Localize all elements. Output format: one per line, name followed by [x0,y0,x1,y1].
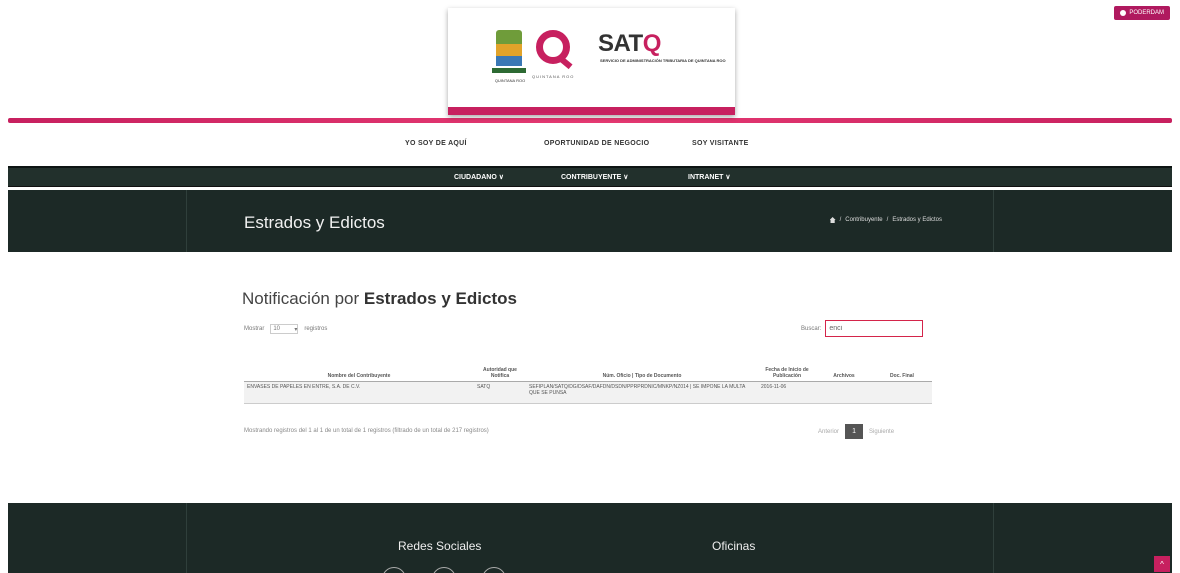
twitter-icon[interactable] [432,567,456,573]
breadcrumb-current: Estrados y Edictos [892,217,942,223]
pager-page-1[interactable]: 1 [845,424,864,439]
chevron-up-icon: ^ [1160,559,1164,569]
divider [186,503,187,573]
quintana-roo-logo-icon [536,30,570,64]
top-right-button[interactable]: PODERDAM [1114,6,1170,20]
page-length-value: 10 [273,326,281,332]
page: PODERDAM QUINTANA ROO QUINTANA ROO SATQ … [0,0,1180,573]
results-table: Nombre del Contribuyente Autoridad que N… [244,347,932,404]
header-accent-line [8,118,1172,123]
column-header-autoridad[interactable]: Autoridad que Notifica [474,347,526,382]
cell-autoridad: SATQ [474,381,526,404]
emblem-caption: QUINTANA ROO [494,78,526,83]
search-input[interactable] [825,320,924,337]
sat-text: SAT [598,30,643,57]
satq-subtitle: SERVICIO DE ADMINISTRACIÓN TRIBUTARIA DE… [600,58,726,63]
pager-previous[interactable]: Anterior [818,429,839,435]
user-icon [1120,10,1127,16]
table-info: Mostrando registros del 1 al 1 de un tot… [244,428,489,434]
heading-prefix: Notificación por [242,289,364,308]
home-icon[interactable] [829,217,836,223]
top-links: YO SOY DE AQUÍ OPORTUNIDAD DE NEGOCIO SO… [0,140,1180,152]
footer: Redes Sociales Oficinas ^ [8,503,1172,573]
pager-next[interactable]: Siguiente [869,429,894,435]
cell-doc-final[interactable] [872,381,932,404]
top-link-soy-visitante[interactable]: SOY VISITANTE [692,140,749,147]
cell-fecha: 2016-11-06 [758,381,816,404]
show-suffix: registros [304,326,328,332]
cell-nombre: ENVASES DE PAPELES EN ENTRE, S.A. DE C.V… [244,381,474,404]
column-header-nombre[interactable]: Nombre del Contribuyente [244,347,474,382]
facebook-icon[interactable] [382,567,406,573]
breadcrumb-separator: / [839,217,842,223]
page-title-bar: Estrados y Edictos / Contribuyente / Est… [8,190,1172,252]
page-title: Estrados y Edictos [244,213,385,232]
cell-oficio: SEFIPLAN/SATQ/DG/DSAF/DAFDN/DSDN/PPRPRDN… [526,381,758,404]
pagination: Anterior 1 Siguiente [818,424,894,439]
nav-item-contribuyente[interactable]: CONTRIBUYENTE ∨ [561,173,628,181]
table-header-row: Nombre del Contribuyente Autoridad que N… [244,347,932,382]
search-control: Buscar: [801,320,924,337]
breadcrumb-contribuyente[interactable]: Contribuyente [845,217,882,223]
column-header-oficio[interactable]: Núm. Oficio | Tipo de Documento [526,347,758,382]
breadcrumb: / Contribuyente / Estrados y Edictos [829,217,942,223]
column-header-doc-final[interactable]: Doc. Final [872,347,932,382]
page-length-control: Mostrar 10 ▾ registros [244,324,327,334]
page-length-select[interactable]: 10 ▾ [270,324,299,334]
search-label: Buscar: [801,325,822,332]
nav-item-intranet[interactable]: INTRANET ∨ [688,173,730,181]
heading-bold: Estrados y Edictos [363,289,517,308]
cell-archivos[interactable] [816,381,872,404]
section-heading: Notificación por Estrados y Edictos [242,289,517,309]
divider [993,190,994,252]
top-link-yo-soy-de-aqui[interactable]: YO SOY DE AQUÍ [405,140,467,147]
footer-social-title: Redes Sociales [398,539,482,553]
show-label: Mostrar [244,326,265,332]
main-nav: CIUDADANO ∨ CONTRIBUYENTE ∨ INTRANET ∨ [8,166,1172,187]
divider [186,190,187,252]
column-header-fecha[interactable]: Fecha de Inicio de Publicación [758,347,816,382]
column-header-archivos[interactable]: Archivos [816,347,872,382]
footer-offices-title: Oficinas [712,539,756,553]
top-right-button-label: PODERDAM [1129,10,1164,16]
sat-q-text: Q [642,30,662,57]
top-link-oportunidad-de-negocio[interactable]: OPORTUNIDAD DE NEGOCIO [544,140,649,147]
chevron-down-icon: ▾ [294,326,298,333]
instagram-icon[interactable] [482,567,506,573]
state-emblem: QUINTANA ROO [492,30,526,83]
q-logo-caption: QUINTANA ROO [532,74,575,79]
scroll-to-top-button[interactable]: ^ [1154,556,1170,572]
table-row[interactable]: ENVASES DE PAPELES EN ENTRE, S.A. DE C.V… [244,381,932,404]
breadcrumb-separator: / [886,217,889,223]
logo-box[interactable]: QUINTANA ROO QUINTANA ROO SATQ SERVICIO … [448,8,735,115]
divider [993,503,994,573]
nav-item-ciudadano[interactable]: CIUDADANO ∨ [454,173,504,181]
satq-logo: SATQ [598,30,661,58]
